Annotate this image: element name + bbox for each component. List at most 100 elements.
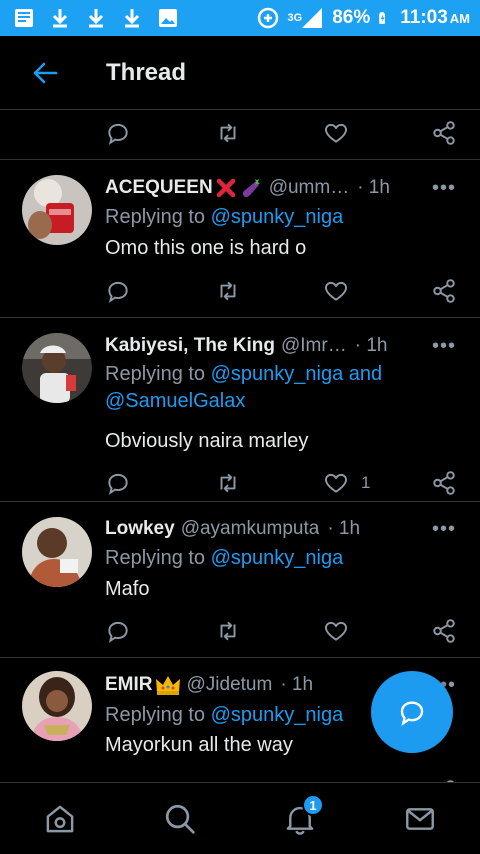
retweet-button[interactable]: [215, 116, 241, 150]
user-handle[interactable]: @Jidetum: [187, 674, 273, 696]
display-name[interactable]: Kabiyesi, The King: [105, 335, 275, 357]
signal-icon: [302, 8, 323, 28]
replying-prefix: Replying to: [105, 363, 211, 385]
download-icon: [124, 9, 140, 28]
replying-to: Replying to @spunky_niga and @SamuelGala…: [105, 361, 460, 415]
retweet-button[interactable]: [215, 614, 241, 648]
mention-link[interactable]: @spunky_niga: [211, 704, 344, 726]
tweet-actions: [105, 274, 461, 308]
more-options-button[interactable]: •••: [432, 177, 456, 200]
user-handle[interactable]: @ayamkumputa: [181, 518, 320, 540]
page-title: Thread: [106, 58, 187, 86]
avatar[interactable]: [22, 517, 92, 587]
tweet-header: ACEQUEEN @umm… · 1h •••: [105, 175, 460, 201]
retweet-button[interactable]: [215, 274, 241, 308]
like-button[interactable]: 1: [323, 466, 370, 500]
reply-icon: [108, 281, 128, 303]
tweet[interactable]: Kabiyesi, The King @Imr… · 1h ••• Replyi…: [0, 317, 480, 501]
like-button[interactable]: [323, 116, 349, 150]
status-bar: 3G 86% 11:03 AM: [0, 0, 480, 36]
tweet-actions: [105, 775, 461, 782]
heart-icon: [325, 281, 347, 301]
avatar[interactable]: [22, 333, 92, 403]
clock: 11:03 AM: [400, 7, 470, 29]
avatar-image: [22, 671, 92, 741]
tweet[interactable]: Lowkey @ayamkumputa · 1h ••• Replying to…: [0, 501, 480, 657]
gallery-icon: [15, 9, 33, 27]
tweet-text: Mafo: [105, 578, 150, 600]
avatar[interactable]: [22, 175, 92, 245]
avatar-image: [22, 333, 92, 403]
mention-link[interactable]: @spunky_niga: [211, 206, 344, 228]
avatar[interactable]: [22, 671, 92, 741]
display-name[interactable]: ACEQUEEN: [105, 177, 213, 199]
share-button[interactable]: [431, 274, 457, 308]
battery-percent: 86%: [332, 7, 371, 28]
share-icon: [433, 471, 455, 495]
compose-reply-icon: [400, 701, 424, 726]
nav-messages[interactable]: [402, 801, 438, 837]
retweet-icon: [220, 473, 236, 493]
share-button[interactable]: [431, 466, 457, 500]
notification-icons: [12, 6, 180, 30]
reply-button[interactable]: [105, 775, 131, 782]
like-button[interactable]: [323, 775, 349, 782]
display-name[interactable]: Lowkey: [105, 518, 175, 540]
thread-header: Thread: [0, 36, 480, 110]
system-status: 3G 86% 11:03 AM: [256, 6, 470, 30]
mention-link[interactable]: @spunky_niga: [211, 547, 344, 569]
compose-reply-button[interactable]: [371, 671, 453, 753]
share-icon: [433, 619, 455, 643]
cross-mark-icon: [216, 178, 235, 198]
reply-icon: [108, 123, 128, 145]
like-button[interactable]: [323, 274, 349, 308]
reply-button[interactable]: [105, 116, 131, 150]
avatar-image: [22, 175, 92, 245]
share-button[interactable]: [431, 116, 457, 150]
share-button[interactable]: [431, 614, 457, 648]
timestamp: · 1h: [357, 177, 390, 198]
tweet-header: Lowkey @ayamkumputa · 1h •••: [105, 516, 460, 542]
tweet-text: Omo this one is hard o: [105, 237, 307, 259]
mention-link[interactable]: @spunky_niga: [211, 363, 344, 385]
share-icon: [433, 121, 455, 145]
retweet-button[interactable]: [215, 775, 241, 782]
user-handle[interactable]: @Imr…: [281, 335, 347, 357]
share-icon: [433, 279, 455, 303]
image-icon: [159, 9, 177, 27]
replying-to: Replying to @spunky_niga: [105, 545, 460, 572]
download-icon: [52, 9, 68, 28]
display-name[interactable]: EMIR: [105, 674, 153, 696]
reply-button[interactable]: [105, 466, 131, 500]
like-button[interactable]: [323, 614, 349, 648]
nav-search[interactable]: [162, 801, 198, 837]
tweet-actions: [105, 116, 461, 150]
bottom-navigation: 1: [0, 782, 480, 854]
tweet-actions: 1: [105, 466, 461, 500]
like-count: 1: [361, 473, 371, 492]
more-options-button[interactable]: •••: [432, 518, 456, 541]
reply-button[interactable]: [105, 614, 131, 648]
heart-icon: [325, 473, 347, 493]
more-options-button[interactable]: •••: [432, 335, 456, 358]
tweet[interactable]: ACEQUEEN @umm… · 1h ••• Replying to @spu…: [0, 159, 480, 317]
timestamp: · 1h: [280, 674, 314, 695]
user-handle[interactable]: @umm…: [269, 177, 350, 199]
retweet-button[interactable]: [215, 466, 241, 500]
back-button[interactable]: [30, 58, 60, 88]
clock-time: 11:03: [400, 7, 448, 28]
replying-prefix: Replying to: [105, 206, 211, 228]
nav-home[interactable]: [42, 801, 78, 837]
replying-to: Replying to @spunky_niga: [105, 204, 460, 231]
avatar-image: [22, 517, 92, 587]
retweet-icon: [220, 621, 236, 641]
reply-icon: [108, 621, 128, 643]
tweet-text: Obviously naira marley: [105, 430, 309, 452]
share-button[interactable]: [431, 775, 457, 782]
mention-link[interactable]: @SamuelGalax: [105, 390, 245, 412]
reply-button[interactable]: [105, 274, 131, 308]
timestamp: · 1h: [327, 518, 361, 539]
back-arrow-icon: [33, 62, 58, 83]
data-saver-icon: [257, 7, 278, 29]
crown-icon: [155, 676, 180, 695]
